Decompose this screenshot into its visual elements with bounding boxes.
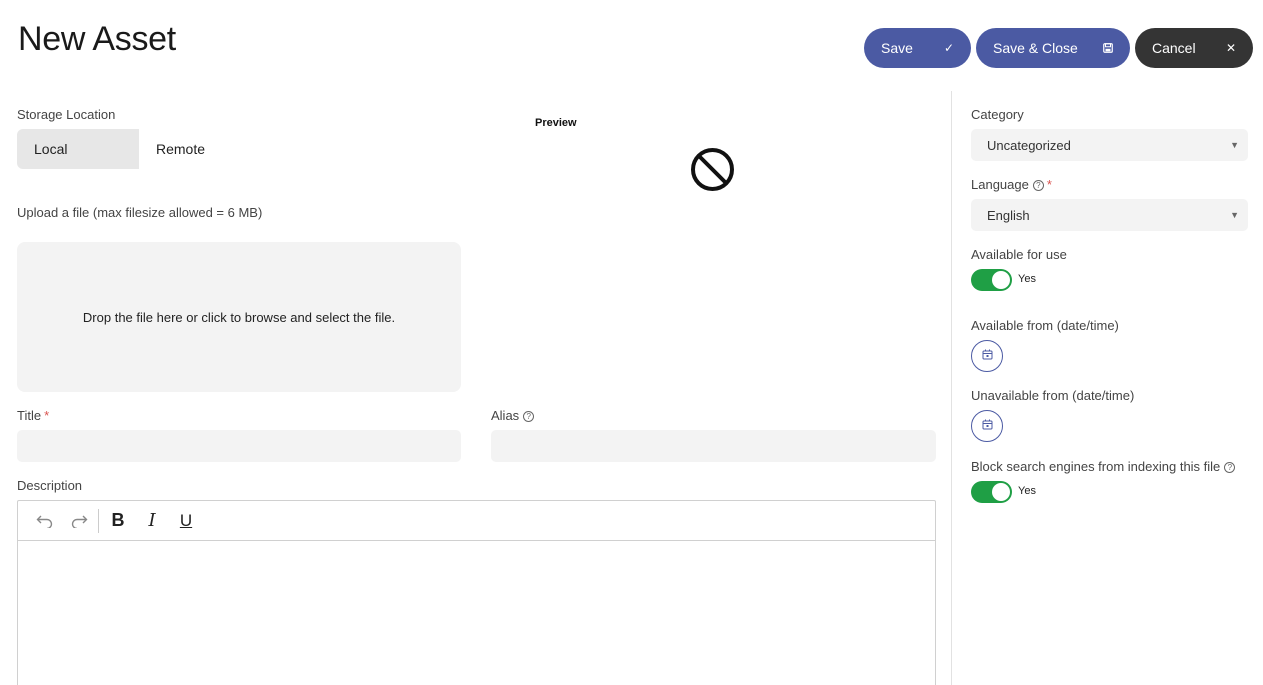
dropzone-text: Drop the file here or click to browse an… — [82, 309, 396, 325]
save-close-button[interactable]: Save & Close — [976, 28, 1130, 68]
description-label: Description — [17, 478, 83, 493]
upload-label: Upload a file (max filesize allowed = 6 … — [17, 205, 263, 220]
category-select[interactable]: Uncategorized ▼ — [971, 129, 1248, 161]
block-indexing-label: Block search engines from indexing this … — [971, 459, 1236, 474]
available-toggle[interactable] — [971, 269, 1012, 291]
cancel-button[interactable]: Cancel ✕ — [1135, 28, 1253, 68]
unavailable-from-label: Unavailable from (date/time) — [971, 388, 1135, 403]
editor-toolbar: B I U — [18, 501, 935, 541]
toggle-knob — [992, 483, 1010, 501]
category-label: Category — [971, 107, 1024, 122]
category-select-value: Uncategorized — [987, 137, 1071, 153]
underline-icon[interactable]: U — [169, 506, 203, 536]
required-marker: * — [1046, 177, 1052, 192]
title-label: Title * — [17, 408, 50, 423]
alias-label: Alias? — [491, 408, 535, 423]
help-icon[interactable]: ? — [1224, 462, 1236, 473]
toolbar-divider — [98, 508, 99, 533]
save-button[interactable]: Save ✓ — [864, 28, 971, 68]
language-select-value: English — [987, 207, 1030, 223]
help-icon[interactable]: ? — [523, 411, 535, 422]
description-editor: B I U — [17, 500, 936, 685]
required-marker: * — [44, 408, 50, 423]
storage-option-local[interactable]: Local — [17, 129, 139, 169]
no-preview-icon — [690, 147, 735, 197]
language-select[interactable]: English ▼ — [971, 199, 1248, 231]
chevron-down-icon: ▼ — [1230, 210, 1239, 220]
storage-location-switch: Local Remote — [17, 129, 261, 169]
italic-icon[interactable]: I — [135, 506, 169, 536]
bold-icon[interactable]: B — [101, 506, 135, 536]
available-label: Available for use — [971, 247, 1067, 262]
save-close-button-label: Save & Close — [993, 40, 1078, 56]
close-icon: ✕ — [1225, 41, 1236, 55]
floppy-disk-icon — [1103, 43, 1113, 53]
title-input[interactable] — [17, 430, 461, 462]
undo-icon[interactable] — [28, 506, 62, 536]
cancel-button-label: Cancel — [1152, 40, 1196, 56]
available-from-label: Available from (date/time) — [971, 318, 1119, 333]
toggle-knob — [992, 271, 1010, 289]
sidebar-divider — [951, 91, 952, 685]
storage-option-remote[interactable]: Remote — [139, 129, 261, 169]
page-title: New Asset — [18, 20, 176, 58]
calendar-icon — [982, 417, 993, 435]
available-from-calendar-button[interactable] — [971, 340, 1003, 372]
redo-icon[interactable] — [62, 506, 96, 536]
check-icon: ✓ — [943, 41, 954, 55]
save-button-label: Save — [881, 40, 913, 56]
file-dropzone[interactable]: Drop the file here or click to browse an… — [17, 242, 461, 392]
help-icon[interactable]: ? — [1032, 180, 1044, 191]
language-label: Language? * — [971, 177, 1052, 192]
chevron-down-icon: ▼ — [1230, 140, 1239, 150]
storage-location-label: Storage Location — [17, 107, 116, 122]
calendar-icon — [982, 347, 993, 365]
preview-label: Preview — [535, 117, 577, 129]
action-toolbar: Save ✓ Save & Close Cancel ✕ — [864, 28, 1253, 68]
block-indexing-toggle-text: Yes — [1018, 485, 1036, 497]
unavailable-from-calendar-button[interactable] — [971, 410, 1003, 442]
block-indexing-toggle[interactable] — [971, 481, 1012, 503]
alias-input[interactable] — [491, 430, 936, 462]
available-toggle-text: Yes — [1018, 273, 1036, 285]
